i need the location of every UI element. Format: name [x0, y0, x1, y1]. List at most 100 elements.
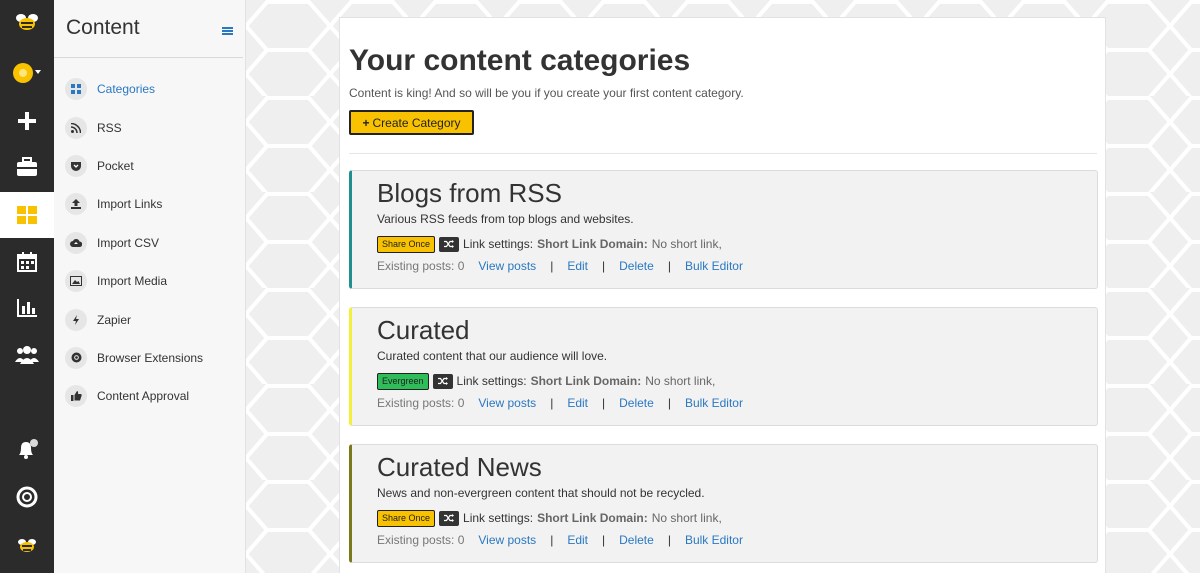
separator: |	[667, 533, 671, 547]
sidebar-item-pocket[interactable]: Pocket	[54, 147, 244, 185]
sidebar-item-label: Pocket	[97, 158, 134, 173]
category-settings-row: Evergreen Link settings: Short Link Doma…	[377, 372, 715, 390]
evergreen-badge: Evergreen	[377, 372, 429, 390]
category-title: Blogs from RSS	[377, 178, 562, 208]
sidebar-item-import-links[interactable]: Import Links	[54, 185, 244, 223]
edit-link[interactable]: Edit	[567, 396, 588, 410]
sidebar-item-label: Categories	[97, 82, 156, 97]
image-icon	[65, 270, 87, 293]
separator: |	[602, 259, 606, 273]
existing-posts: Existing posts: 0	[377, 396, 465, 410]
edit-link[interactable]: Edit	[567, 533, 588, 547]
pocket-icon	[65, 154, 87, 177]
content-grid-icon[interactable]	[0, 192, 54, 238]
sidebar-item-label: Browser Extensions	[97, 350, 204, 365]
category-title: Curated News	[377, 452, 542, 482]
upload-icon	[65, 193, 87, 216]
separator: |	[667, 259, 671, 273]
page-subtitle: Content is king! And so will be you if y…	[349, 86, 744, 100]
share-once-badge: Share Once	[377, 235, 436, 253]
view-posts-link[interactable]: View posts	[478, 533, 536, 547]
sidebar-item-rss[interactable]: RSS	[54, 108, 244, 146]
sidebar-item-label: Import Links	[97, 197, 163, 212]
separator: |	[550, 533, 554, 547]
chrome-icon	[65, 346, 87, 369]
calendar-icon[interactable]	[0, 240, 54, 284]
sidebar-item-import-media[interactable]: Import Media	[54, 262, 244, 300]
category-card: Curated Curated content that our audienc…	[349, 307, 1098, 426]
short-link-label: Short Link Domain:	[537, 237, 648, 251]
create-category-label: Create Category	[372, 115, 461, 130]
sidebar-item-zapier[interactable]: Zapier	[54, 300, 244, 338]
category-actions: Existing posts: 0 View posts | Edit | De…	[377, 396, 743, 410]
category-description: Curated content that our audience will l…	[377, 349, 608, 363]
sidebar-item-label: Import Media	[97, 274, 168, 289]
add-icon[interactable]	[0, 99, 54, 143]
delete-link[interactable]: Delete	[619, 533, 654, 547]
account-avatar-icon[interactable]	[0, 51, 54, 95]
bulk-editor-link[interactable]: Bulk Editor	[685, 396, 743, 410]
left-rail	[0, 0, 54, 573]
shuffle-icon[interactable]	[439, 236, 460, 252]
sidebar-item-browser-extensions[interactable]: Browser Extensions	[54, 339, 244, 377]
sidebar-nav: Categories RSS Pocket Import Links Impor…	[54, 70, 244, 416]
sidebar-item-label: Import CSV	[97, 235, 160, 250]
briefcase-icon[interactable]	[0, 145, 54, 189]
category-actions: Existing posts: 0 View posts | Edit | De…	[377, 533, 743, 547]
create-category-button[interactable]: + Create Category	[349, 110, 474, 135]
menu-toggle-icon[interactable]	[222, 23, 233, 41]
grid-icon	[65, 78, 87, 101]
plus-icon: +	[362, 115, 370, 130]
short-link-value: No short link,	[651, 511, 722, 525]
category-settings-row: Share Once Link settings: Short Link Dom…	[377, 509, 722, 527]
sidebar-item-label: RSS	[97, 120, 122, 135]
share-once-badge: Share Once	[377, 509, 436, 527]
sidebar-header: Content	[54, 0, 243, 58]
sidebar-item-categories[interactable]: Categories	[54, 70, 244, 108]
category-description: News and non-evergreen content that shou…	[377, 486, 705, 500]
sidebar-item-label: Zapier	[97, 312, 132, 327]
sidebar-item-label: Content Approval	[97, 389, 190, 404]
edit-link[interactable]: Edit	[567, 259, 588, 273]
category-description: Various RSS feeds from top blogs and web…	[377, 212, 634, 226]
existing-posts: Existing posts: 0	[377, 259, 465, 273]
separator: |	[550, 396, 554, 410]
shuffle-icon[interactable]	[432, 373, 453, 389]
category-actions: Existing posts: 0 View posts | Edit | De…	[377, 259, 743, 273]
page-title: Your content categories	[349, 44, 691, 77]
short-link-label: Short Link Domain:	[537, 511, 648, 525]
separator: |	[550, 259, 554, 273]
separator: |	[667, 396, 671, 410]
delete-link[interactable]: Delete	[619, 259, 654, 273]
short-link-value: No short link,	[651, 237, 722, 251]
notifications-icon[interactable]	[0, 428, 54, 472]
thumbs-up-icon	[65, 385, 87, 408]
content-panel: Your content categories Content is king!…	[339, 17, 1106, 573]
category-title: Curated	[377, 315, 470, 345]
bolt-icon	[65, 308, 87, 331]
short-link-value: No short link,	[645, 374, 716, 388]
logo-bee-icon[interactable]	[0, 0, 54, 44]
bulk-editor-link[interactable]: Bulk Editor	[685, 259, 743, 273]
category-settings-row: Share Once Link settings: Short Link Dom…	[377, 235, 722, 253]
separator: |	[602, 396, 606, 410]
shuffle-icon[interactable]	[439, 510, 460, 526]
view-posts-link[interactable]: View posts	[478, 259, 536, 273]
bulk-editor-link[interactable]: Bulk Editor	[685, 533, 743, 547]
rss-icon	[65, 116, 87, 139]
team-icon[interactable]	[0, 333, 54, 377]
sidebar-item-content-approval[interactable]: Content Approval	[54, 377, 244, 415]
short-link-label: Short Link Domain:	[530, 374, 642, 388]
bee-small-icon[interactable]	[0, 523, 54, 567]
divider	[349, 153, 1097, 154]
link-settings-label: Link settings:	[463, 511, 534, 525]
sidebar-item-import-csv[interactable]: Import CSV	[54, 224, 244, 262]
view-posts-link[interactable]: View posts	[478, 396, 536, 410]
sidebar-title: Content	[66, 16, 140, 39]
help-lifebuoy-icon[interactable]	[0, 475, 54, 519]
existing-posts: Existing posts: 0	[377, 533, 465, 547]
cloud-upload-icon	[65, 231, 87, 254]
category-card: Blogs from RSS Various RSS feeds from to…	[349, 170, 1098, 289]
delete-link[interactable]: Delete	[619, 396, 654, 410]
analytics-icon[interactable]	[0, 286, 54, 330]
